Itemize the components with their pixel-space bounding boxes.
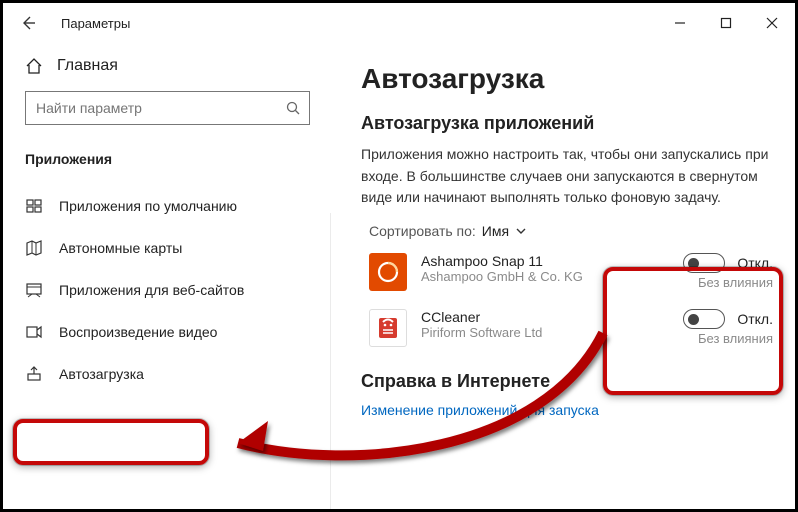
window-title: Параметры <box>61 16 130 31</box>
window-controls <box>657 3 795 43</box>
app-name: Ashampoo Snap 11 <box>421 253 583 269</box>
minimize-icon <box>674 17 686 29</box>
startup-toggle[interactable] <box>683 253 725 273</box>
page-title: Автозагрузка <box>361 63 773 95</box>
nav-label: Воспроизведение видео <box>59 324 217 340</box>
sidebar-item-default-apps[interactable]: Приложения по умолчанию <box>3 185 331 227</box>
close-icon <box>766 17 778 29</box>
nav-label: Автозагрузка <box>59 366 144 382</box>
search-icon <box>285 100 301 116</box>
app-name: CCleaner <box>421 309 542 325</box>
sort-value: Имя <box>482 223 509 239</box>
sidebar: Главная Приложения Приложения по умолчан… <box>3 43 331 509</box>
sub-title: Автозагрузка приложений <box>361 113 773 134</box>
close-button[interactable] <box>749 3 795 43</box>
nav-label: Приложения по умолчанию <box>59 198 237 214</box>
startup-app-list: Ashampoo Snap 11 Ashampoo GmbH & Co. KG … <box>369 253 773 347</box>
chevron-down-icon <box>515 225 527 237</box>
default-apps-icon <box>25 197 43 215</box>
web-apps-icon <box>25 281 43 299</box>
sidebar-home[interactable]: Главная <box>3 51 331 85</box>
sort-label: Сортировать по: <box>369 223 476 239</box>
app-icon <box>369 253 407 291</box>
startup-icon <box>25 365 43 383</box>
settings-window: Параметры Главная <box>0 0 798 512</box>
sidebar-item-web-apps[interactable]: Приложения для веб-сайтов <box>3 269 331 311</box>
maximize-icon <box>720 17 732 29</box>
startup-app-row: CCleaner Piriform Software Ltd Откл. Без… <box>369 309 773 347</box>
sidebar-item-startup[interactable]: Автозагрузка <box>3 353 331 395</box>
toggle-state-label: Откл. <box>737 311 773 327</box>
nav-label: Автономные карты <box>59 240 182 256</box>
impact-label: Без влияния <box>698 275 773 290</box>
minimize-button[interactable] <box>657 3 703 43</box>
sort-dropdown[interactable]: Сортировать по: Имя <box>361 223 773 239</box>
toggle-state-label: Откл. <box>737 255 773 271</box>
sidebar-nav: Приложения по умолчанию Автономные карты… <box>3 185 331 395</box>
search-input[interactable] <box>36 100 285 116</box>
back-button[interactable] <box>13 8 43 38</box>
sidebar-item-video[interactable]: Воспроизведение видео <box>3 311 331 353</box>
nav-label: Приложения для веб-сайтов <box>59 282 244 298</box>
sidebar-item-offline-maps[interactable]: Автономные карты <box>3 227 331 269</box>
video-icon <box>25 323 43 341</box>
description-text: Приложения можно настроить так, чтобы он… <box>361 144 773 209</box>
help-section-title: Справка в Интернете <box>361 371 773 392</box>
impact-label: Без влияния <box>698 331 773 346</box>
home-icon <box>25 57 43 75</box>
app-icon <box>369 309 407 347</box>
app-publisher: Ashampoo GmbH & Co. KG <box>421 269 583 284</box>
content-pane: Автозагрузка Автозагрузка приложений При… <box>331 43 795 509</box>
titlebar: Параметры <box>3 3 795 43</box>
maps-icon <box>25 239 43 257</box>
arrow-left-icon <box>20 15 36 31</box>
startup-toggle[interactable] <box>683 309 725 329</box>
app-publisher: Piriform Software Ltd <box>421 325 542 340</box>
sidebar-section-label: Приложения <box>3 137 331 177</box>
maximize-button[interactable] <box>703 3 749 43</box>
sidebar-home-label: Главная <box>57 57 118 75</box>
search-box[interactable] <box>25 91 310 125</box>
help-link[interactable]: Изменение приложений для запуска <box>361 402 773 418</box>
startup-app-row: Ashampoo Snap 11 Ashampoo GmbH & Co. KG … <box>369 253 773 291</box>
